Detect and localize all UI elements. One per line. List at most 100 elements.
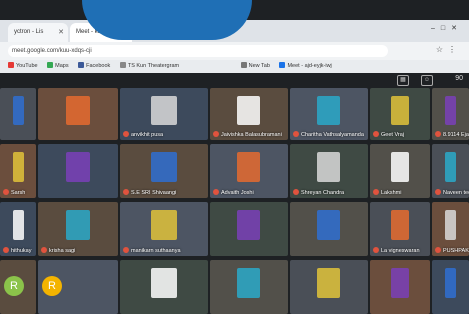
participant-name: hithukay <box>3 247 32 254</box>
participant-name: PUSHPAK Y DEEVAK <box>435 247 469 254</box>
bookmark-maps[interactable]: Maps <box>47 60 69 73</box>
participant-tile[interactable]: S.E SRI Shivaangi <box>120 144 208 198</box>
tab-1[interactable]: yctron - Lis ✕ <box>8 23 68 42</box>
url-field[interactable]: meet.google.com/kuu-xdqs-cji <box>8 45 388 57</box>
craft-paper <box>445 268 456 298</box>
craft-paper <box>391 152 409 182</box>
participant-tile[interactable]: krisha sagi <box>38 202 118 256</box>
participant-tile[interactable] <box>210 260 288 314</box>
bookmark-new-tab[interactable]: New Tab <box>240 60 270 73</box>
participant-tile[interactable]: Naveen technologies <box>432 144 469 198</box>
participant-tile[interactable] <box>290 260 368 314</box>
bookmark-youtube[interactable]: YouTube <box>8 60 38 73</box>
craft-paper <box>237 152 260 182</box>
bookmarks-bar: YouTube Maps Facebook TS Kun Theatergram… <box>0 60 469 73</box>
participant-name: Geet Vraj <box>373 131 404 138</box>
youtube-icon <box>8 62 14 68</box>
mic-off-icon <box>293 189 299 195</box>
participant-name: Jaivishka Balasubramani <box>213 131 282 138</box>
bookmark-label: Facebook <box>86 63 111 69</box>
bookmark-label: Maps <box>55 63 69 69</box>
bookmark-label: New Tab <box>248 63 270 69</box>
participant-name: 8.9114 Ejan Agnetic Agnetta <box>435 131 469 138</box>
participant-tile[interactable]: La vigneswaran <box>370 202 430 256</box>
mic-off-icon <box>435 189 441 195</box>
craft-paper <box>237 96 260 125</box>
participant-grid: anvikhit pusa Jaivishka Balasubramani Char… <box>0 88 469 314</box>
participant-tile[interactable]: Advaith Joshi <box>210 144 288 198</box>
toolbar-icons[interactable]: ☆⋮ <box>436 45 461 54</box>
mic-off-icon <box>3 189 9 195</box>
participant-tile[interactable]: R <box>0 260 36 314</box>
globe-icon <box>240 62 247 68</box>
participant-count: 90 <box>455 75 463 82</box>
mic-off-icon <box>293 131 299 137</box>
layout-icon[interactable]: ▦ <box>397 75 409 86</box>
craft-paper <box>317 152 340 182</box>
participant-tile[interactable] <box>0 88 36 140</box>
craft-paper <box>391 268 409 298</box>
participant-tile[interactable]: Charitha Vathsalyamanda <box>290 88 368 140</box>
craft-paper <box>391 96 409 125</box>
craft-paper <box>445 96 456 125</box>
craft-paper <box>237 210 260 240</box>
participant-tile[interactable] <box>432 260 469 314</box>
craft-paper <box>151 152 177 182</box>
participant-tile[interactable]: PUSHPAK Y DEEVAK <box>432 202 469 256</box>
participant-tile[interactable]: anvikhit pusa <box>120 88 208 140</box>
bookmark-theatergram[interactable]: TS Kun Theatergram <box>119 60 180 73</box>
participant-tile[interactable] <box>290 202 368 256</box>
participant-name: Charitha Vathsalyamanda <box>293 131 364 138</box>
participant-tile[interactable] <box>120 260 208 314</box>
participant-tile[interactable]: R <box>38 260 118 314</box>
mic-off-icon <box>373 247 379 253</box>
meet-top-bar: ▦ ☺ 90 <box>0 73 469 87</box>
craft-paper <box>317 268 340 298</box>
mic-off-icon <box>123 189 129 195</box>
avatar: R <box>42 276 62 296</box>
participant-tile[interactable]: hithukay <box>0 202 36 256</box>
participant-tile[interactable]: Jaivishka Balasubramani <box>210 88 288 140</box>
window-controls[interactable]: –□✕ <box>431 24 463 32</box>
mic-off-icon <box>41 247 47 253</box>
craft-paper <box>151 268 177 298</box>
bookmark-meet[interactable]: Meet - ajd-eyjk-iwj <box>279 60 332 73</box>
theatergram-icon <box>119 62 126 68</box>
mic-off-icon <box>373 131 379 137</box>
mic-off-icon <box>213 189 219 195</box>
participant-tile[interactable] <box>38 144 118 198</box>
mic-off-icon <box>123 247 129 253</box>
address-bar-row: meet.google.com/kuu-xdqs-cji ☆⋮ <box>0 42 469 60</box>
laptop-screen: yctron - Lis✕ Meet - kuu-xdqs-cji✕ + –□✕… <box>0 0 469 314</box>
craft-paper <box>317 210 340 240</box>
participant-name: anvikhit pusa <box>123 131 163 138</box>
participant-name: S.E SRI Shivaangi <box>123 189 176 196</box>
participant-tile[interactable]: Geet Vraj <box>370 88 430 140</box>
mic-off-icon <box>435 131 441 137</box>
craft-paper <box>317 96 340 125</box>
mic-off-icon <box>373 189 379 195</box>
participant-name: Shreyan Chandra <box>293 189 344 196</box>
bookmark-facebook[interactable]: Facebook <box>78 60 110 73</box>
participant-tile[interactable] <box>210 202 288 256</box>
maps-icon <box>47 62 54 68</box>
mic-off-icon <box>123 131 129 137</box>
participant-tile[interactable]: manikarn suthaanya <box>120 202 208 256</box>
participant-name: La vigneswaran <box>373 247 420 254</box>
participant-name: Naveen technologies <box>435 189 469 196</box>
close-icon[interactable]: ✕ <box>58 23 64 42</box>
craft-paper <box>13 210 24 240</box>
people-icon[interactable]: ☺ <box>421 75 433 86</box>
craft-paper <box>391 210 409 240</box>
bookmark-label: TS Kun Theatergram <box>127 63 180 69</box>
craft-paper <box>445 152 456 182</box>
bookmark-label: Meet - ajd-eyjk-iwj <box>287 63 332 69</box>
participant-tile[interactable]: Sarsh <box>0 144 36 198</box>
participant-tile[interactable]: 8.9114 Ejan Agnetic Agnetta <box>432 88 469 140</box>
avatar: R <box>4 276 24 296</box>
participant-tile[interactable] <box>370 260 430 314</box>
participant-tile[interactable]: Lakshmi <box>370 144 430 198</box>
participant-name: Advaith Joshi <box>213 189 254 196</box>
participant-tile[interactable] <box>38 88 118 140</box>
participant-tile[interactable]: Shreyan Chandra <box>290 144 368 198</box>
